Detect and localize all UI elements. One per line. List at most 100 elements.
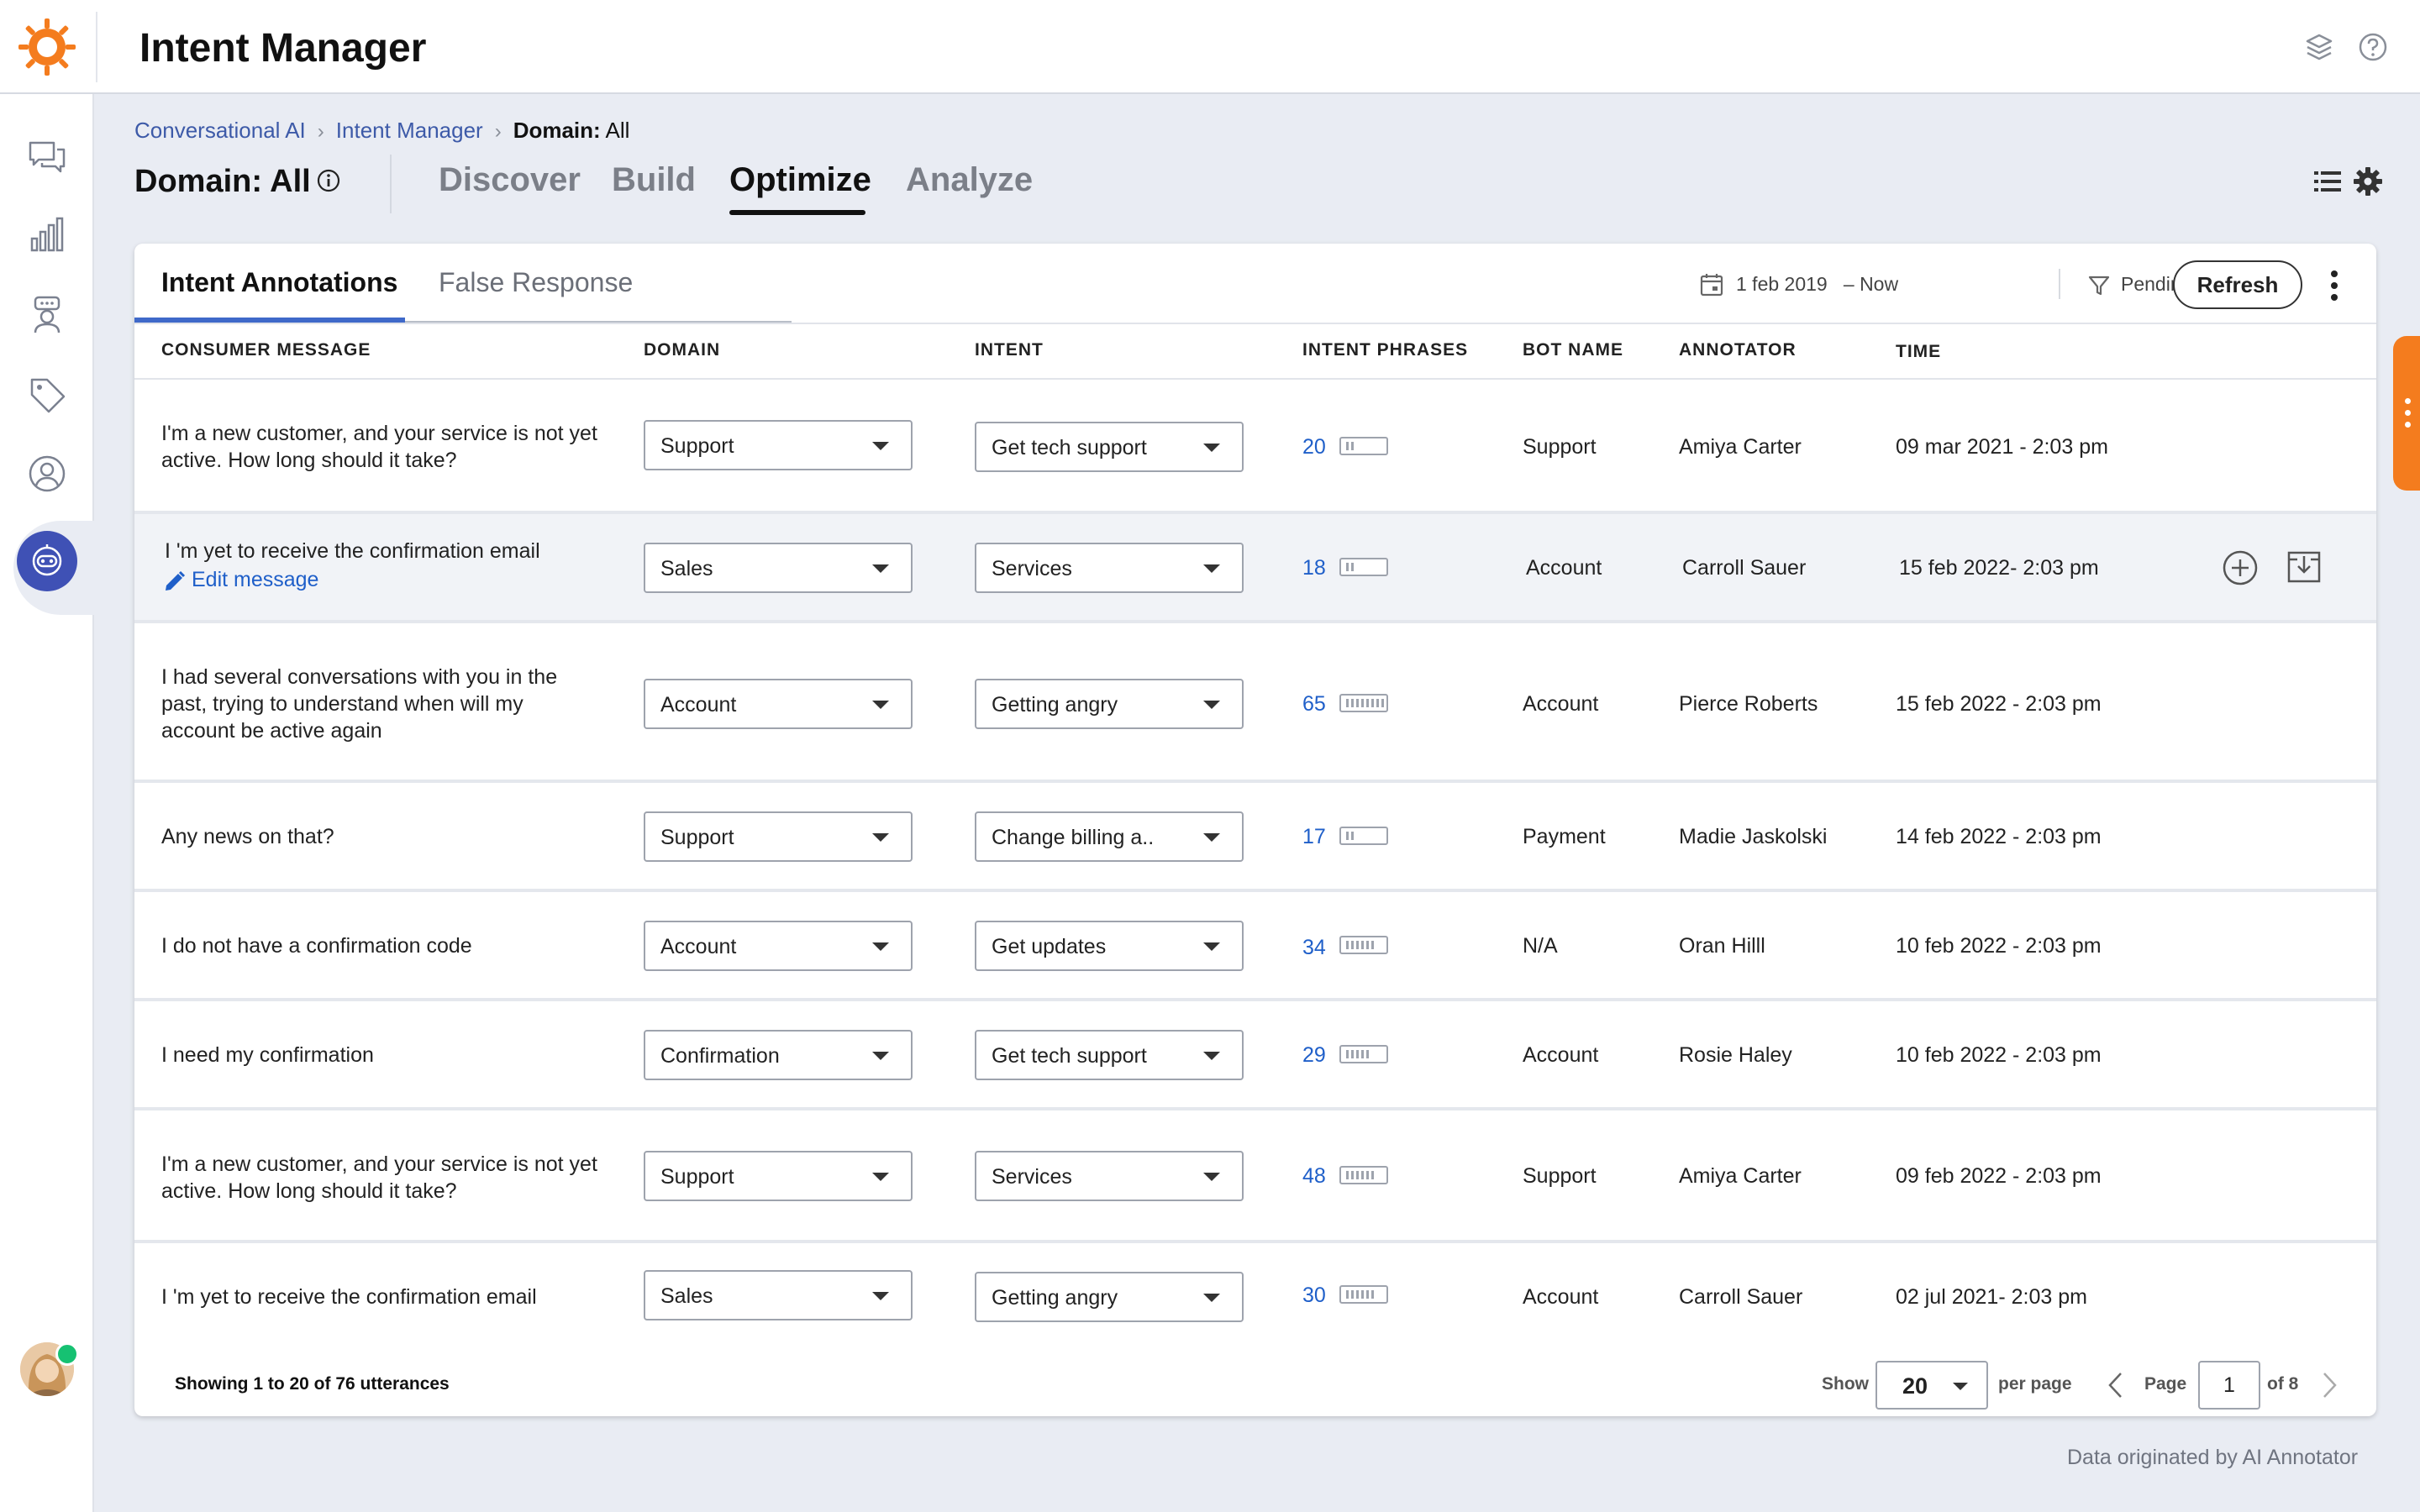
sidebar-item-bot[interactable] <box>17 531 77 591</box>
col-header-time[interactable]: TIME <box>1896 339 1941 365</box>
intent-select[interactable]: Get tech support <box>975 422 1244 472</box>
tab-build[interactable]: Build <box>612 158 696 202</box>
caret-down-icon <box>872 442 889 450</box>
intent-phrases-count[interactable]: 20 <box>1302 433 1326 460</box>
caret-down-icon <box>1203 833 1220 842</box>
table-row[interactable]: I 'm yet to receive the confirmation ema… <box>134 1243 2376 1349</box>
tag-icon[interactable] <box>27 375 67 415</box>
sub-tab-baseline <box>405 321 792 323</box>
domain-select[interactable]: Support <box>644 811 913 862</box>
showing-count: Showing 1 to 20 of 76 utterances <box>175 1374 450 1394</box>
bot-name: N/A <box>1523 934 1558 958</box>
more-options-icon[interactable] <box>2329 269 2339 302</box>
user-icon[interactable] <box>27 454 67 494</box>
chevron-left-icon[interactable] <box>2106 1371 2126 1399</box>
consumer-message: I need my confirmation <box>161 1043 374 1067</box>
edit-message-link[interactable]: Edit message <box>163 566 318 593</box>
intent-select[interactable]: Getting angry <box>975 1272 1244 1322</box>
intent-phrases-link[interactable]: 30 <box>1302 1284 1326 1307</box>
domain-select[interactable]: Account <box>644 679 913 729</box>
conversations-icon[interactable] <box>27 136 67 176</box>
intent-phrases-link[interactable]: 48 <box>1302 1164 1326 1188</box>
intent-select[interactable]: Services <box>975 1151 1244 1201</box>
breadcrumb-conversational-ai[interactable]: Conversational AI <box>134 118 306 143</box>
consumer-message: I 'm yet to receive the confirmation ema… <box>161 1285 537 1309</box>
filter-icon[interactable] <box>2087 274 2111 297</box>
list-icon[interactable] <box>2312 166 2343 197</box>
tab-optimize[interactable]: Optimize <box>729 158 871 202</box>
table-row[interactable]: I'm a new customer, and your service is … <box>134 1110 2376 1243</box>
table-row[interactable]: I do not have a confirmation code Accoun… <box>134 892 2376 1001</box>
breadcrumb-intent-manager[interactable]: Intent Manager <box>336 118 483 143</box>
date-range-filter[interactable]: 1 feb 2019 – Now <box>1736 269 1898 299</box>
table-row[interactable]: Any news on that? Support Change billing… <box>134 783 2376 892</box>
col-header-annotator[interactable]: ANNOTATOR <box>1679 338 1797 363</box>
agent-icon[interactable] <box>27 294 67 334</box>
intent-phrases-link[interactable]: 65 <box>1302 692 1326 716</box>
domain-select[interactable]: Sales <box>644 543 913 593</box>
intent-select[interactable]: Getting angry <box>975 679 1244 729</box>
help-icon[interactable] <box>2356 30 2390 64</box>
tab-discover[interactable]: Discover <box>439 158 581 202</box>
page-input[interactable]: 1 <box>2198 1361 2260 1410</box>
bot-name: Account <box>1523 1285 1599 1309</box>
caret-down-icon <box>872 942 889 951</box>
domain-select[interactable]: Support <box>644 420 913 470</box>
table-row[interactable]: I had several conversations with you in … <box>134 623 2376 783</box>
layers-icon[interactable] <box>2302 30 2336 64</box>
intent-phrases-count[interactable]: 29 <box>1302 1042 1326 1068</box>
col-header-intent-phrases[interactable]: INTENT PHRASES <box>1302 338 1468 363</box>
intent-phrases-count[interactable]: 48 <box>1302 1163 1326 1189</box>
domain-select[interactable]: Sales <box>644 1270 913 1320</box>
calendar-icon[interactable] <box>1699 272 1724 297</box>
intent-phrases-count[interactable]: 30 <box>1302 1282 1326 1309</box>
col-header-domain[interactable]: DOMAIN <box>644 338 720 363</box>
domain-select[interactable]: Support <box>644 1151 913 1201</box>
add-circle-icon[interactable] <box>2222 549 2259 586</box>
domain-select[interactable]: Confirmation <box>644 1030 913 1080</box>
breadcrumb-current-prefix: Domain: <box>513 118 601 143</box>
time: 02 jul 2021- 2:03 pm <box>1896 1285 2087 1309</box>
refresh-button[interactable]: Refresh <box>2173 260 2302 309</box>
info-icon[interactable] <box>316 168 341 193</box>
intent-phrases-link[interactable]: 20 <box>1302 435 1326 459</box>
tab-intent-annotations[interactable]: Intent Annotations <box>161 265 397 299</box>
domain-select-value: Support <box>660 434 734 458</box>
caret-down-icon <box>872 833 889 842</box>
intent-phrases-link[interactable]: 29 <box>1302 1043 1326 1067</box>
annotator: Pierce Roberts <box>1679 692 1818 716</box>
intent-select-value: Services <box>992 557 1072 580</box>
table-row[interactable]: I'm a new customer, and your service is … <box>134 380 2376 514</box>
intent-phrases-count[interactable]: 65 <box>1302 690 1326 717</box>
col-header-intent[interactable]: INTENT <box>975 338 1044 363</box>
edit-message-label: Edit message <box>192 568 319 591</box>
intent-phrases-count[interactable]: 17 <box>1302 823 1326 850</box>
bot-icon <box>32 544 62 576</box>
domain-select[interactable]: Account <box>644 921 913 971</box>
tab-analyze[interactable]: Analyze <box>906 158 1033 202</box>
archive-icon[interactable] <box>2286 548 2323 585</box>
col-header-consumer-message[interactable]: CONSUMER MESSAGE <box>161 338 371 363</box>
chevron-right-icon[interactable] <box>2319 1371 2339 1399</box>
table-row[interactable]: I need my confirmation Confirmation Get … <box>134 1001 2376 1110</box>
time: 15 feb 2022- 2:03 pm <box>1899 556 2099 580</box>
analytics-icon[interactable] <box>27 215 67 255</box>
intent-select[interactable]: Get tech support <box>975 1030 1244 1080</box>
intent-phrases-link[interactable]: 17 <box>1302 825 1326 848</box>
gear-icon[interactable] <box>2353 166 2383 197</box>
side-panel-handle[interactable] <box>2393 336 2420 491</box>
table-row[interactable]: I 'm yet to receive the confirmation ema… <box>134 514 2376 623</box>
per-page-select[interactable]: 20 <box>1876 1361 1988 1410</box>
intent-phrases-link[interactable]: 34 <box>1302 936 1326 959</box>
intent-select[interactable]: Get updates <box>975 921 1244 971</box>
sun-logo-icon[interactable] <box>17 17 77 77</box>
intent-select[interactable]: Services <box>975 543 1244 593</box>
intent-phrases-count[interactable]: 18 <box>1302 554 1326 581</box>
caret-down-icon <box>1953 1383 1968 1390</box>
sidebar <box>0 94 94 1512</box>
intent-phrases-count[interactable]: 34 <box>1302 934 1326 961</box>
intent-phrases-link[interactable]: 18 <box>1302 556 1326 580</box>
intent-select[interactable]: Change billing a.. <box>975 811 1244 862</box>
col-header-bot-name[interactable]: BOT NAME <box>1523 338 1623 363</box>
tab-false-response[interactable]: False Response <box>439 265 633 299</box>
